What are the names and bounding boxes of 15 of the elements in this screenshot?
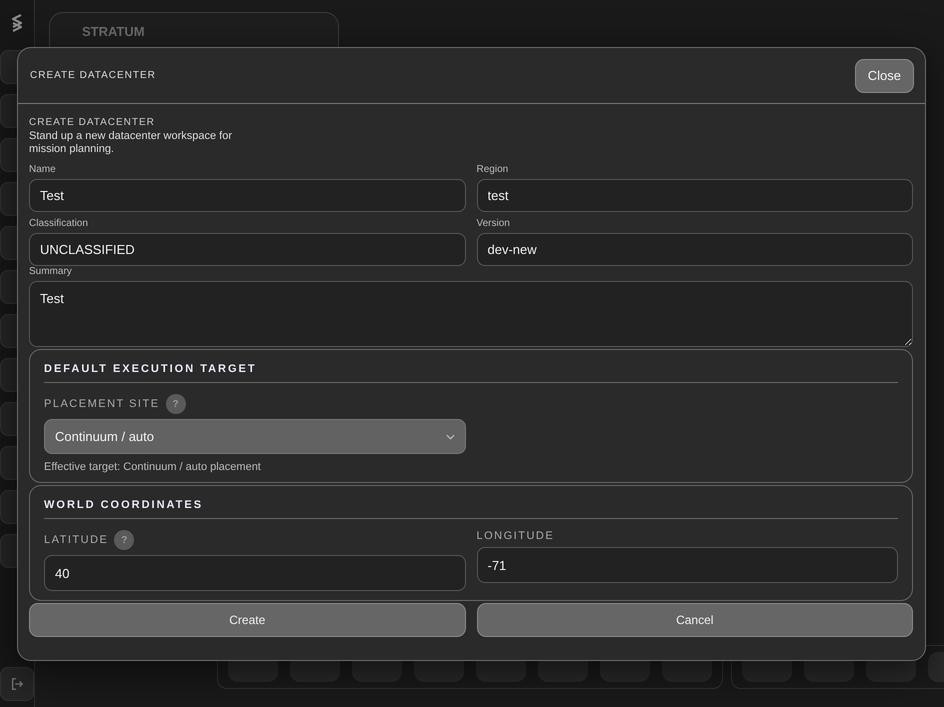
section-title: DEFAULT EXECUTION TARGET	[44, 363, 898, 383]
field-note: Effective target: Continuum / auto placement	[44, 461, 262, 473]
field-label: LONGITUDE	[476, 530, 554, 542]
section-title: WORLD COORDINATES	[44, 499, 898, 519]
field-label: Summary	[29, 266, 73, 277]
app-title: STRATUM	[82, 24, 146, 39]
field-label: Region	[476, 164, 510, 175]
field-label: Classification	[29, 218, 89, 229]
field-label: PLACEMENT SITE	[44, 398, 160, 410]
field-label: Name	[29, 164, 57, 175]
form-description: Stand up a new datacenter workspace for mission planning.	[29, 130, 234, 156]
form-heading: CREATE DATACENTER	[29, 117, 156, 128]
field-label: LATITUDE	[44, 534, 108, 546]
field-label: Version	[476, 218, 511, 229]
dialog-title: CREATE DATACENTER	[30, 70, 156, 81]
